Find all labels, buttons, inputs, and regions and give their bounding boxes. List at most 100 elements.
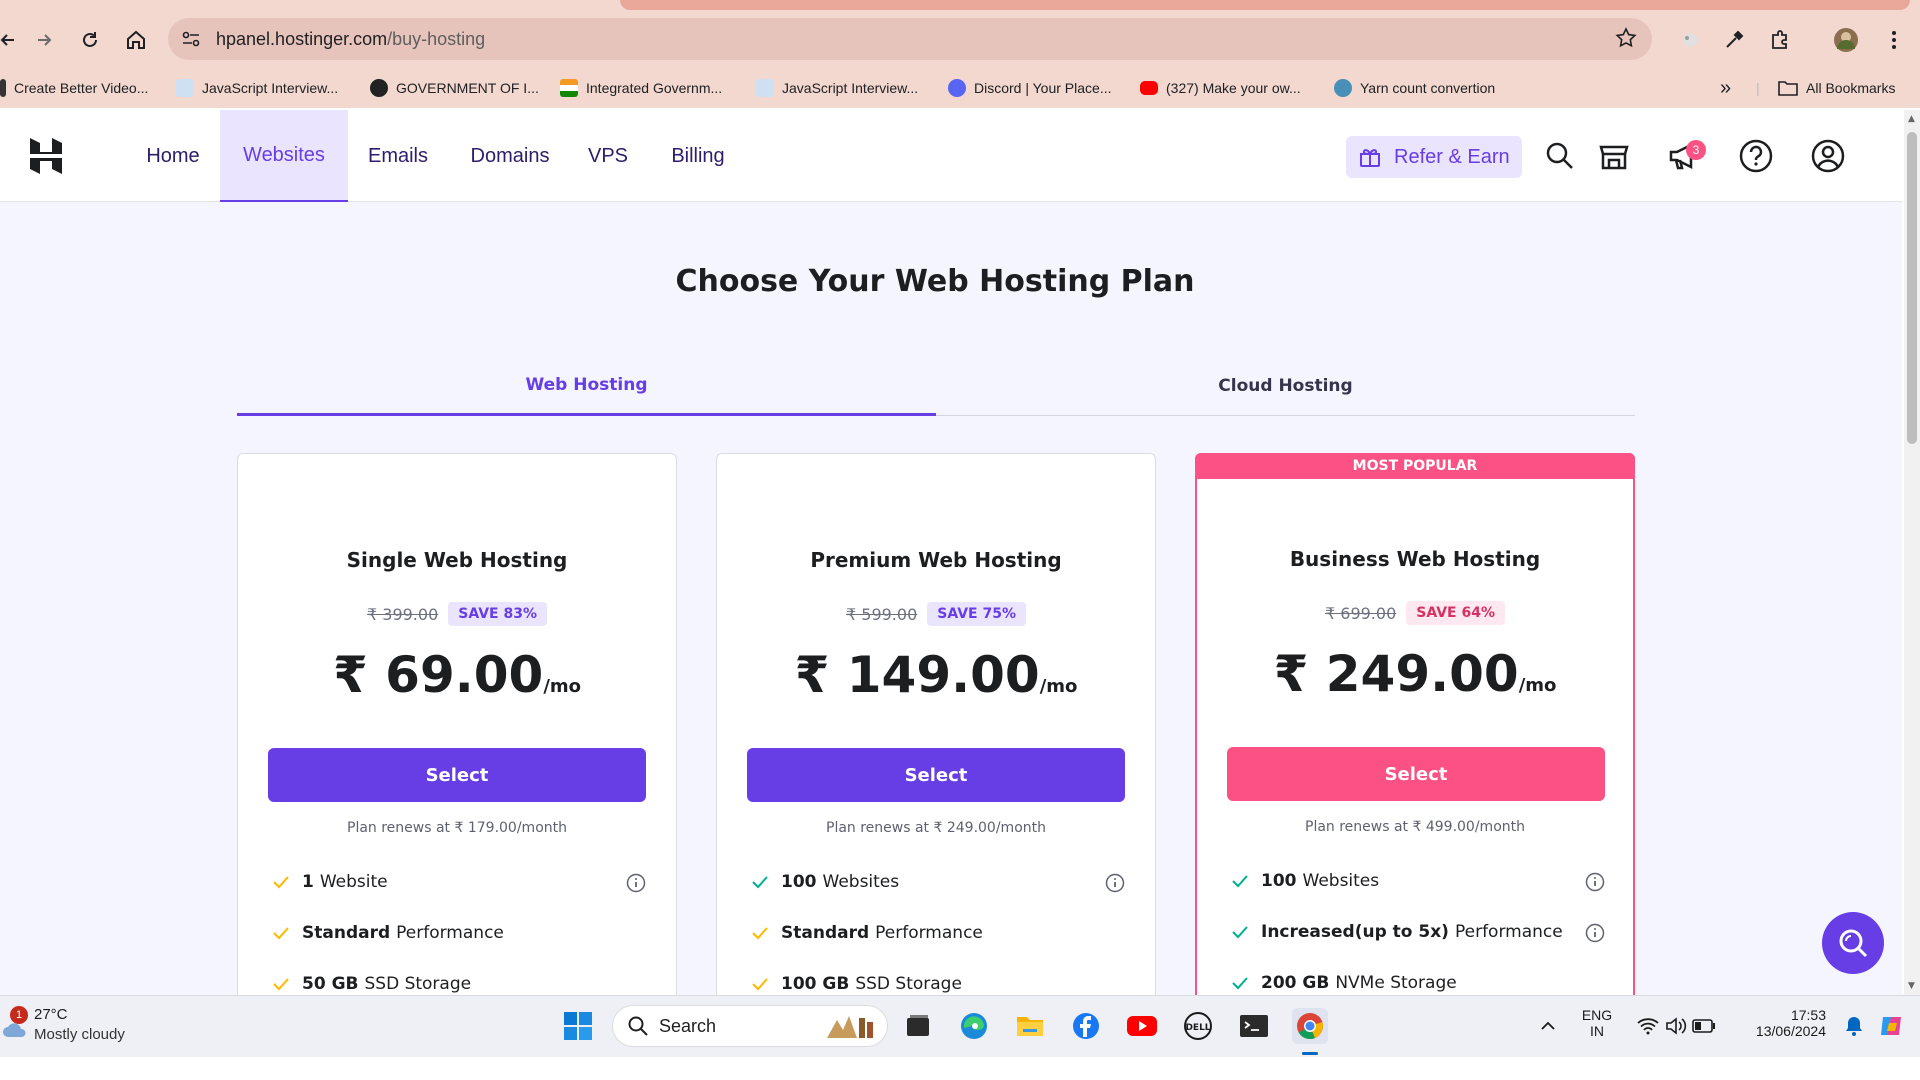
file-explorer-icon[interactable] (1012, 1008, 1048, 1044)
hostinger-logo[interactable] (28, 136, 64, 176)
info-icon[interactable] (626, 873, 646, 893)
notification-bell-icon[interactable] (1836, 1008, 1872, 1044)
bookmarks-divider: | (1756, 80, 1760, 96)
bookmark-favicon-icon (756, 79, 774, 97)
menu-kebab-icon[interactable] (1880, 26, 1908, 54)
bookmark-item[interactable]: GOVERNMENT OF I... (370, 77, 539, 99)
bookmark-item[interactable]: Create Better Video... (0, 77, 148, 99)
discord-icon (948, 79, 966, 97)
search-icon (628, 1016, 648, 1036)
feature-item: 1 Website (270, 869, 646, 895)
plan-name: Single Web Hosting (346, 548, 568, 572)
tab-cloud-hosting[interactable]: Cloud Hosting (936, 356, 1635, 416)
forward-icon[interactable] (30, 26, 58, 54)
reload-icon[interactable] (76, 26, 104, 54)
nav-home[interactable]: Home (126, 110, 220, 202)
save-badge: SAVE 83% (448, 602, 547, 626)
tab-web-hosting[interactable]: Web Hosting (237, 356, 936, 416)
plan-card-premium: Premium Web Hosting ₹ 599.00 SAVE 75% ₹ … (716, 453, 1156, 995)
scroll-up-arrow-icon[interactable]: ▲ (1908, 114, 1915, 124)
chat-search-button[interactable] (1822, 912, 1884, 974)
weather-condition: Mostly cloudy (34, 1026, 125, 1043)
info-icon[interactable] (1585, 872, 1605, 892)
renewal-text: Plan renews at ₹ 499.00/month (1305, 819, 1525, 835)
battery-icon[interactable] (1686, 1008, 1722, 1044)
nav-billing[interactable]: Billing (658, 110, 738, 202)
search-icon[interactable] (1542, 138, 1578, 174)
save-badge: SAVE 64% (1406, 601, 1505, 625)
plan-price: ₹ 69.00/mo (332, 646, 582, 704)
refer-earn-button[interactable]: Refer & Earn (1346, 136, 1522, 178)
youtube-icon (1140, 81, 1158, 95)
bookmarks-bar: Create Better Video... JavaScript Interv… (0, 68, 1920, 108)
nav-domains[interactable]: Domains (458, 110, 562, 202)
windows-start-icon[interactable] (560, 1008, 596, 1044)
feature-item: 50 GB SSD Storage (270, 971, 646, 995)
all-bookmarks-button[interactable]: All Bookmarks (1778, 77, 1895, 99)
info-icon[interactable] (1105, 873, 1125, 893)
eyedropper-icon[interactable] (1720, 26, 1748, 54)
bookmark-item[interactable]: (327) Make your ow... (1140, 77, 1301, 99)
bookmark-item[interactable]: Integrated Governm... (560, 77, 722, 99)
active-tab[interactable] (620, 0, 1910, 10)
check-icon (273, 927, 289, 940)
chrome-taskbar-icon[interactable] (1292, 1008, 1328, 1044)
scroll-thumb[interactable] (1907, 132, 1917, 444)
select-button[interactable]: Select (1227, 747, 1605, 801)
task-view-icon[interactable] (900, 1008, 936, 1044)
feature-item: 200 GB NVMe Storage (1229, 970, 1605, 995)
india-flag-icon (560, 79, 578, 97)
bookmark-item[interactable]: JavaScript Interview... (176, 77, 338, 99)
youtube-icon[interactable] (1124, 1008, 1160, 1044)
show-hidden-icons-chevron-icon[interactable] (1530, 1008, 1566, 1044)
check-icon (273, 978, 289, 991)
browser-toolbar: hpanel.hostinger.com/buy-hosting (0, 12, 1920, 68)
facebook-icon[interactable] (1068, 1008, 1104, 1044)
feature-item: 100 Websites (749, 869, 1125, 895)
info-icon[interactable] (1585, 923, 1605, 943)
bookmark-item[interactable]: Discord | Your Place... (948, 77, 1111, 99)
address-bar[interactable]: hpanel.hostinger.com/buy-hosting (168, 18, 1652, 60)
plan-name: Premium Web Hosting (810, 548, 1062, 572)
profile-avatar[interactable] (1832, 26, 1860, 54)
nav-vps[interactable]: VPS (576, 110, 640, 202)
help-icon[interactable] (1738, 138, 1774, 174)
globe-icon (1334, 79, 1352, 97)
back-icon[interactable] (0, 26, 22, 54)
account-icon[interactable] (1810, 138, 1846, 174)
extensions-puzzle-icon[interactable] (1766, 26, 1794, 54)
nav-websites[interactable]: Websites (220, 110, 348, 202)
dell-icon[interactable]: DELL (1180, 1008, 1216, 1044)
temperature: 27°C (34, 1006, 68, 1023)
taskbar-search[interactable]: Search (612, 1005, 888, 1047)
bookmark-item[interactable]: JavaScript Interview... (756, 77, 918, 99)
weather-alert-badge: 1 (10, 1006, 28, 1024)
home-icon[interactable] (122, 26, 150, 54)
language-indicator[interactable]: ENG IN (1572, 1007, 1622, 1039)
nav-emails[interactable]: Emails (348, 110, 448, 202)
terminal-icon[interactable] (1236, 1008, 1272, 1044)
page-scrollbar[interactable]: ▲ ▼ (1904, 110, 1920, 995)
bookmark-favicon-icon (0, 79, 6, 97)
discount-row: ₹ 599.00 SAVE 75% (717, 602, 1155, 626)
feature-item: 100 GB SSD Storage (749, 971, 1125, 995)
check-icon (1232, 977, 1248, 990)
bookmark-star-icon[interactable] (1614, 26, 1638, 50)
select-button[interactable]: Select (747, 748, 1125, 802)
store-icon[interactable] (1596, 138, 1632, 174)
scroll-down-arrow-icon[interactable]: ▼ (1908, 981, 1915, 991)
feature-item: 100 Websites (1229, 868, 1605, 894)
url-text: hpanel.hostinger.com/buy-hosting (216, 29, 486, 49)
select-button[interactable]: Select (268, 748, 646, 802)
extension-icon[interactable] (1676, 26, 1704, 54)
save-badge: SAVE 75% (927, 602, 1026, 626)
app-header: Home Websites Emails Domains VPS Billing… (0, 110, 1902, 202)
copilot-icon[interactable] (1874, 1008, 1910, 1044)
renewal-text: Plan renews at ₹ 179.00/month (347, 820, 567, 836)
edge-icon[interactable] (956, 1008, 992, 1044)
search-highlight-image-icon (827, 1016, 873, 1038)
clock[interactable]: 17:53 13/06/2024 (1730, 1007, 1826, 1039)
bookmark-item[interactable]: Yarn count convertion (1334, 77, 1495, 99)
bookmarks-overflow-button[interactable]: » (1720, 77, 1731, 99)
site-info-icon[interactable] (180, 28, 202, 50)
